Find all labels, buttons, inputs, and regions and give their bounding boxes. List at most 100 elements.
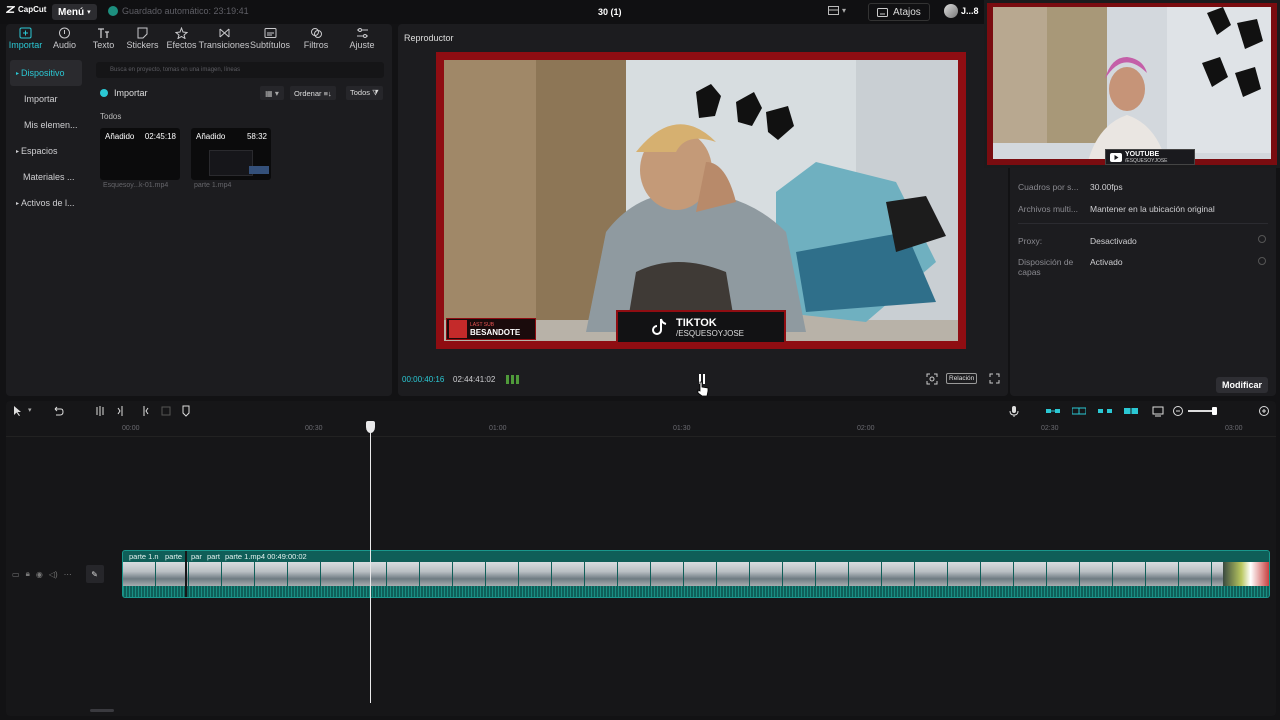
prop-value[interactable]: 30.00fps bbox=[1090, 182, 1123, 192]
clip-label: parte 1.n bbox=[129, 552, 159, 561]
marker-icon[interactable] bbox=[180, 405, 192, 417]
import-label: Importar bbox=[114, 88, 148, 98]
playhead[interactable] bbox=[370, 421, 371, 703]
total-time: 02:44:41:02 bbox=[453, 375, 496, 384]
tab-label: Transiciones bbox=[198, 40, 250, 50]
horizontal-scrollbar[interactable] bbox=[90, 709, 114, 712]
clip-label: par bbox=[191, 552, 202, 561]
track-cover-icon[interactable]: ▭ bbox=[12, 570, 20, 579]
prop-value[interactable]: Mantener en la ubicación original bbox=[1090, 204, 1215, 214]
alert-name: BESANDOTE bbox=[470, 327, 521, 337]
lock-icon[interactable]: 🔒︎ bbox=[26, 569, 30, 579]
prop-value[interactable]: Activado bbox=[1090, 257, 1123, 267]
modify-button[interactable]: Modificar bbox=[1216, 377, 1269, 393]
link-icon[interactable] bbox=[1098, 405, 1112, 417]
grid-view-button[interactable]: ▦ ▾ bbox=[260, 86, 284, 100]
tab-adjust[interactable]: Ajuste bbox=[339, 24, 385, 52]
nav-item-assets[interactable]: ▸ Activos de l... bbox=[6, 190, 86, 216]
search-placeholder: Busca en proyecto, tomas en una imagen, … bbox=[110, 67, 241, 73]
nav-item-device[interactable]: ▸ Dispositivo bbox=[10, 60, 82, 86]
tab-label: Audio bbox=[52, 40, 77, 50]
tab-filters[interactable]: Filtros bbox=[293, 24, 339, 52]
clip-thumbnail bbox=[321, 562, 354, 586]
tab-import[interactable]: Importar bbox=[6, 24, 45, 52]
more-icon[interactable]: ⋯ bbox=[64, 570, 72, 579]
added-badge: Añadido bbox=[196, 132, 226, 141]
caption-icon[interactable] bbox=[1152, 405, 1164, 417]
volume-icon[interactable]: ◁) bbox=[49, 570, 58, 579]
media-name: Esquesoy...k-01.mp4 bbox=[103, 182, 169, 189]
zoom-out-icon[interactable] bbox=[1172, 405, 1184, 417]
track-controls: ▭ 🔒︎ ◉ ◁) ⋯ ✎ bbox=[6, 551, 118, 597]
ratio-label: Relación bbox=[949, 375, 975, 382]
nav-item-my-elements[interactable]: Mis elemen... bbox=[6, 112, 86, 138]
tab-stickers[interactable]: Stickers bbox=[123, 24, 162, 52]
playhead-handle[interactable] bbox=[366, 421, 375, 433]
tab-subtitles[interactable]: Subtítulos bbox=[247, 24, 293, 52]
tick-label: 01:00 bbox=[489, 425, 507, 432]
audio-waveform bbox=[123, 586, 1269, 597]
keyboard-icon bbox=[877, 7, 888, 17]
aspect-ratio-button[interactable]: Relación bbox=[946, 373, 978, 384]
magnet-icon[interactable] bbox=[1072, 405, 1086, 417]
nav-item-spaces[interactable]: ▸ Espacios bbox=[6, 138, 86, 164]
prop-value[interactable]: Desactivado bbox=[1090, 236, 1137, 246]
player-title: Reproductor bbox=[404, 33, 454, 43]
tab-audio[interactable]: Audio bbox=[45, 24, 84, 52]
search-input[interactable]: Busca en proyecto, tomas en una imagen, … bbox=[96, 62, 384, 78]
media-item[interactable]: Añadido 02:45:18 bbox=[100, 128, 180, 180]
account-menu[interactable]: J...8 bbox=[944, 4, 979, 18]
mouse-cursor-icon bbox=[697, 381, 709, 396]
select-cursor-icon[interactable] bbox=[12, 405, 24, 417]
clip-thumbnail bbox=[1080, 562, 1113, 586]
project-title[interactable]: 30 (1) bbox=[598, 7, 622, 17]
caret-right-icon: ▸ bbox=[16, 148, 20, 155]
cloud-check-icon bbox=[108, 6, 118, 16]
nav-item-materials[interactable]: Materiales ... bbox=[6, 164, 86, 190]
nav-item-import[interactable]: Importar bbox=[6, 86, 86, 112]
preview-axis-icon[interactable] bbox=[1124, 405, 1138, 417]
info-icon[interactable] bbox=[1258, 235, 1266, 243]
chevron-down-icon: ▾ bbox=[842, 6, 847, 15]
undo-icon[interactable] bbox=[52, 405, 64, 417]
clip-thumbnail bbox=[1113, 562, 1146, 586]
tab-transitions[interactable]: Transiciones bbox=[198, 24, 250, 52]
delete-icon[interactable] bbox=[160, 405, 172, 417]
split-right-icon[interactable] bbox=[138, 405, 150, 417]
nav-label: Importar bbox=[24, 94, 58, 104]
split-icon[interactable] bbox=[94, 405, 106, 417]
video-preview[interactable]: LAST SUB BESANDOTE TIKTOK /ESQUESOYJOSE bbox=[436, 52, 966, 349]
zoom-in-icon[interactable] bbox=[1258, 405, 1270, 417]
zoom-slider-handle[interactable] bbox=[1212, 407, 1217, 415]
fullscreen-icon[interactable] bbox=[989, 373, 1000, 384]
tab-text[interactable]: Texto bbox=[84, 24, 123, 52]
info-icon[interactable] bbox=[1258, 257, 1266, 265]
layout-button[interactable]: ▾ bbox=[828, 6, 846, 15]
video-clip[interactable]: parte 1.n parte par part parte 1.mp4 00:… bbox=[122, 550, 1270, 598]
shortcuts-button[interactable]: Atajos bbox=[868, 3, 930, 21]
edit-cover-icon[interactable]: ✎ bbox=[85, 565, 104, 583]
menu-button[interactable]: Menú ▾ bbox=[52, 4, 97, 20]
tab-label: Efectos bbox=[166, 40, 197, 50]
prop-label: Proxy: bbox=[1018, 236, 1043, 246]
microphone-icon[interactable] bbox=[1008, 405, 1020, 417]
time-ruler[interactable]: 00:00 00:30 01:00 01:30 02:00 02:30 03:0… bbox=[6, 423, 1276, 437]
filter-button[interactable]: Todos ⧩ bbox=[346, 86, 383, 100]
import-icon bbox=[19, 27, 32, 39]
capcut-logo: CapCut bbox=[6, 5, 46, 14]
import-button[interactable]: Importar bbox=[100, 88, 148, 98]
sort-button[interactable]: Ordenar ≡↓ bbox=[290, 86, 336, 100]
clip-thumbnail bbox=[783, 562, 816, 586]
clip-thumbnail bbox=[816, 562, 849, 586]
media-item[interactable]: Añadido 58:32 bbox=[191, 128, 271, 180]
clip-thumbnail bbox=[1014, 562, 1047, 586]
tab-effects[interactable]: Efectos bbox=[162, 24, 201, 52]
split-left-icon[interactable] bbox=[116, 405, 128, 417]
shortcuts-label: Atajos bbox=[893, 6, 921, 18]
zoom-fit-icon[interactable] bbox=[926, 373, 938, 385]
eye-icon[interactable]: ◉ bbox=[36, 570, 43, 579]
timeline-panel: ▾ 00:00 00:30 01:00 01:30 02:00 02:30 03… bbox=[6, 401, 1276, 716]
clip-thumbnail bbox=[387, 562, 420, 586]
link-main-track-icon[interactable] bbox=[1046, 405, 1060, 417]
chevron-down-icon[interactable]: ▾ bbox=[28, 406, 32, 414]
